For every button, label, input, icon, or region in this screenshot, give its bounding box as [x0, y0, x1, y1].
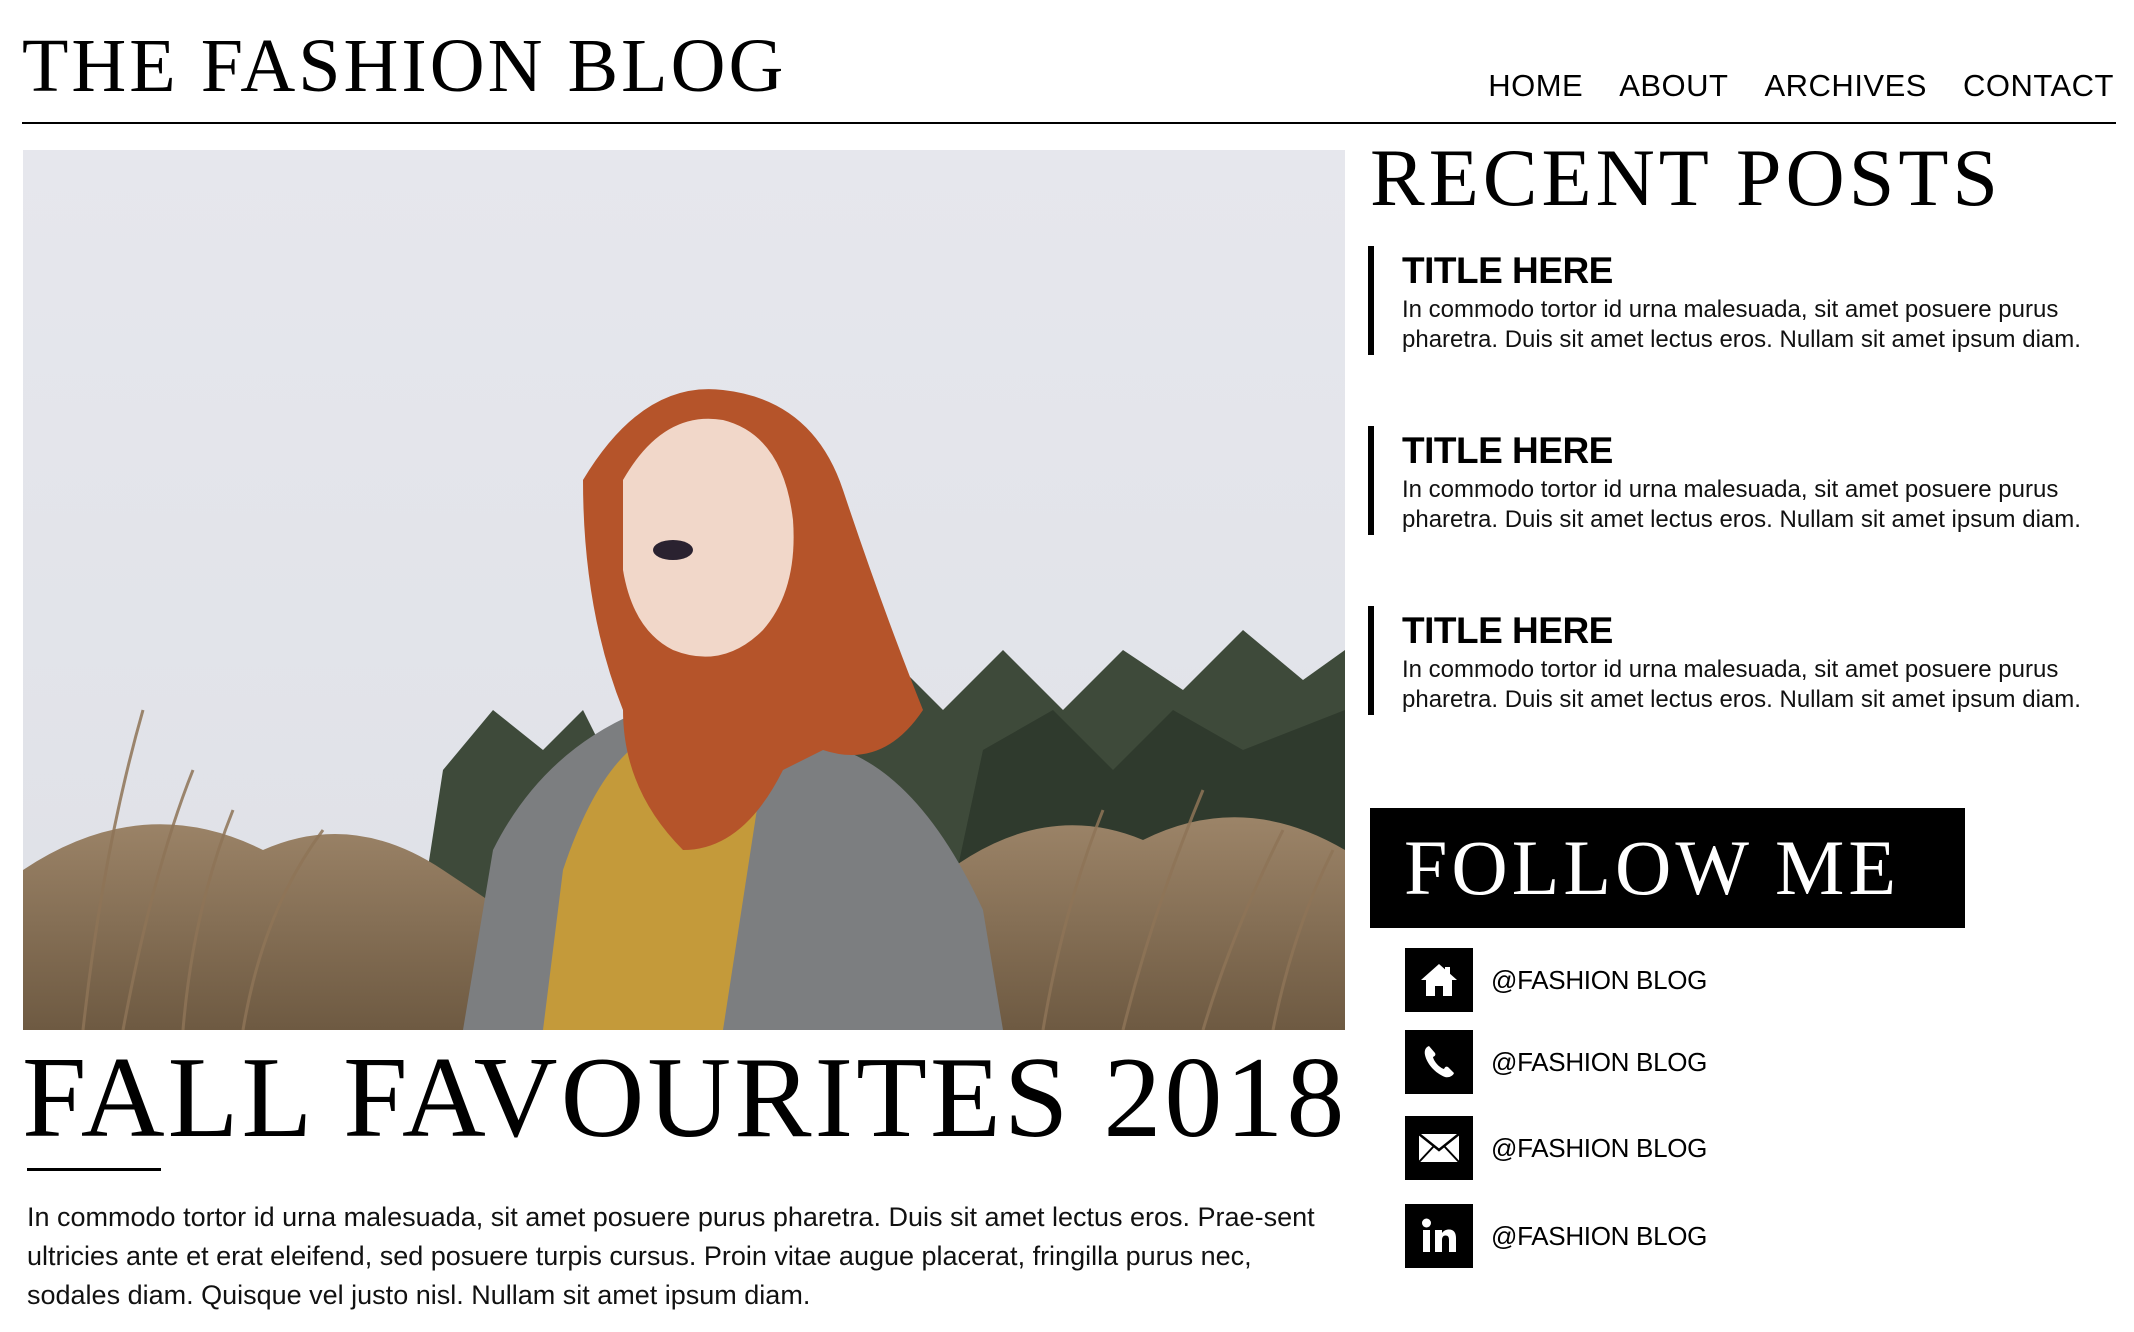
hero-photo-illustration — [23, 150, 1345, 1030]
recent-post-title[interactable]: TITLE HERE — [1402, 246, 2108, 289]
recent-post-excerpt: In commodo tortor id urna malesuada, sit… — [1402, 296, 2081, 353]
home-icon[interactable] — [1405, 948, 1473, 1012]
social-handle[interactable]: @FASHION BLOG — [1491, 965, 1707, 996]
recent-post-excerpt: In commodo tortor id urna malesuada, sit… — [1402, 656, 2081, 713]
recent-post-item[interactable]: TITLE HERE In commodo tortor id urna mal… — [1368, 426, 2108, 535]
hero-image[interactable] — [23, 150, 1345, 1030]
site-title[interactable]: THE FASHION BLOG — [22, 28, 786, 104]
social-link-mail[interactable]: @FASHION BLOG — [1405, 1116, 1707, 1180]
main-nav: HOME ABOUT ARCHIVES CONTACT — [1488, 70, 2114, 101]
phone-icon[interactable] — [1405, 1030, 1473, 1094]
recent-post-excerpt: In commodo tortor id urna malesuada, sit… — [1402, 476, 2081, 533]
follow-me-banner: FOLLOW ME — [1370, 808, 1965, 928]
nav-home-link[interactable]: HOME — [1488, 70, 1583, 101]
feature-divider — [27, 1168, 161, 1171]
social-handle[interactable]: @FASHION BLOG — [1491, 1133, 1707, 1164]
recent-post-item[interactable]: TITLE HERE In commodo tortor id urna mal… — [1368, 606, 2108, 715]
follow-me-heading: FOLLOW ME — [1404, 824, 1901, 911]
nav-archives-link[interactable]: ARCHIVES — [1764, 70, 1926, 101]
recent-post-title[interactable]: TITLE HERE — [1402, 426, 2108, 469]
recent-posts-heading: RECENT POSTS — [1370, 132, 2003, 223]
header-divider — [22, 122, 2116, 124]
social-handle[interactable]: @FASHION BLOG — [1491, 1221, 1707, 1252]
social-link-home[interactable]: @FASHION BLOG — [1405, 948, 1707, 1012]
feature-title[interactable]: FALL FAVOURITES 2018 — [22, 1040, 1347, 1156]
social-link-linkedin[interactable]: @FASHION BLOG — [1405, 1204, 1707, 1268]
recent-post-title[interactable]: TITLE HERE — [1402, 606, 2108, 649]
social-handle[interactable]: @FASHION BLOG — [1491, 1047, 1707, 1078]
nav-contact-link[interactable]: CONTACT — [1963, 70, 2114, 101]
linkedin-icon[interactable] — [1405, 1204, 1473, 1268]
recent-post-item[interactable]: TITLE HERE In commodo tortor id urna mal… — [1368, 246, 2108, 355]
feature-excerpt: In commodo tortor id urna malesuada, sit… — [27, 1202, 1315, 1310]
mail-icon[interactable] — [1405, 1116, 1473, 1180]
social-link-phone[interactable]: @FASHION BLOG — [1405, 1030, 1707, 1094]
nav-about-link[interactable]: ABOUT — [1619, 70, 1728, 101]
